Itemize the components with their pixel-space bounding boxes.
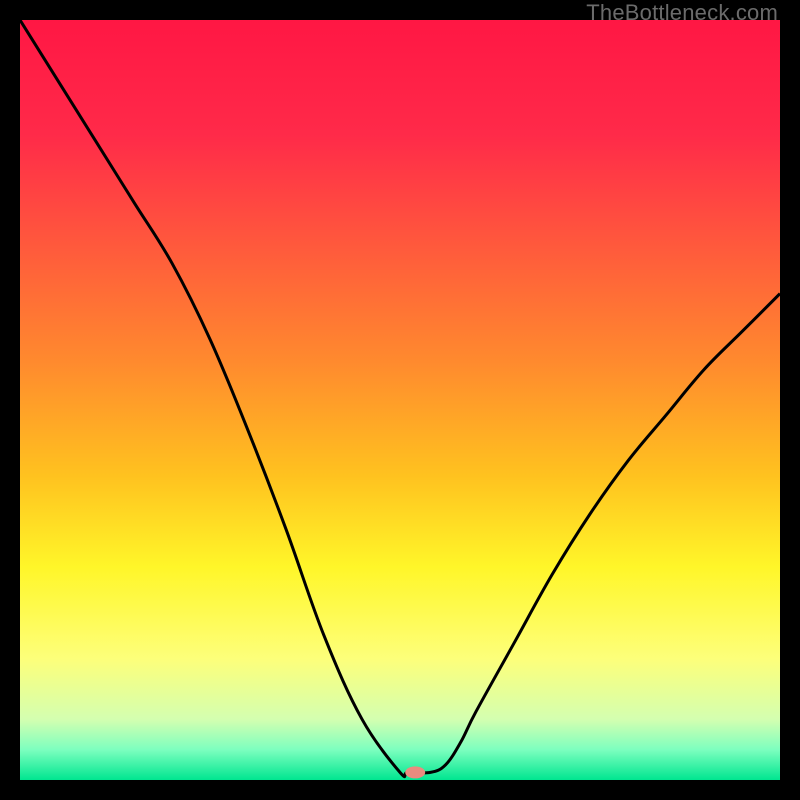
chart-frame: TheBottleneck.com [0,0,800,800]
bottleneck-chart [20,20,780,780]
plot-background [20,20,780,780]
watermark-text: TheBottleneck.com [586,0,778,26]
optimal-marker [405,766,425,778]
